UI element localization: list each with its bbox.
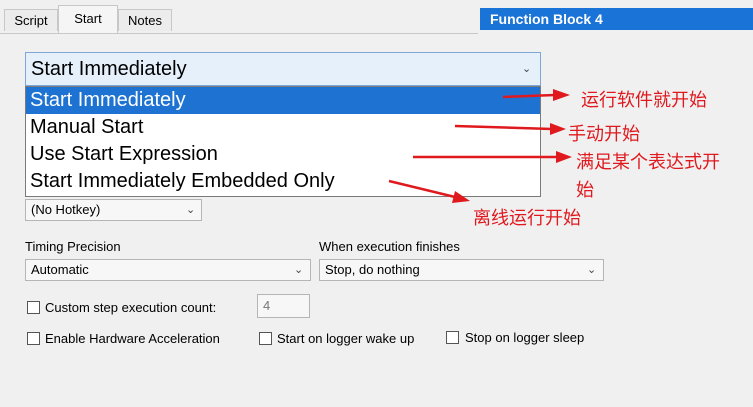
arrow-2-head [550, 123, 566, 135]
arrow-1-line [502, 93, 556, 99]
arrow-4-head [452, 191, 470, 203]
arrow-2-line [454, 124, 553, 131]
annotation-offline-start: 离线运行开始 [473, 208, 581, 228]
arrow-1-head [553, 89, 570, 101]
annotation-expression-start-cont: 始 [576, 180, 594, 200]
annotation-arrows [388, 89, 572, 203]
arrow-4-line [388, 179, 456, 199]
annotation-expression-start: 满足某个表达式开 [576, 152, 720, 172]
annotation-manual-start: 手动开始 [568, 124, 640, 144]
annotation-start-immediately: 运行软件就开始 [581, 90, 707, 110]
arrow-3-head [556, 151, 572, 163]
